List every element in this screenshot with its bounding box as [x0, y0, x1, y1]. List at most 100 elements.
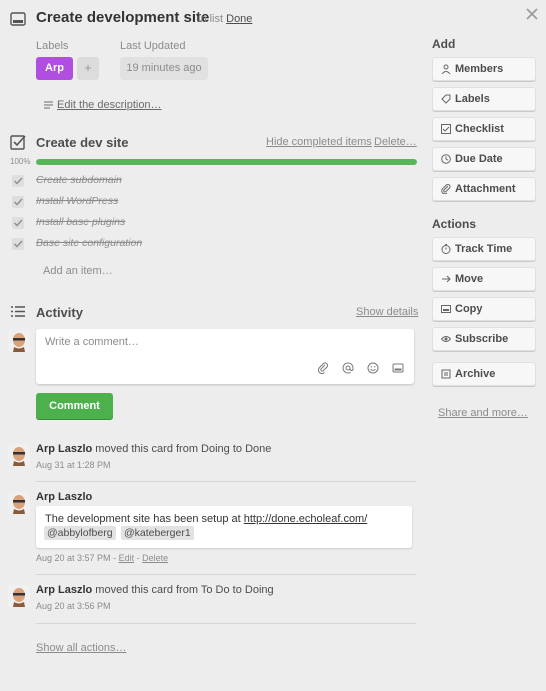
label-chip[interactable]: Arp — [36, 57, 73, 80]
checkbox[interactable] — [12, 196, 24, 208]
archive-label: Archive — [455, 368, 496, 380]
progress-percent: 100% — [10, 157, 31, 166]
checklist-item[interactable]: Install base plugins — [10, 216, 410, 232]
close-icon[interactable] — [524, 6, 540, 22]
checklist-icon — [10, 134, 26, 150]
comment-card: The development site has been setup at h… — [36, 506, 412, 548]
edit-description-link[interactable]: Edit the description… — [44, 99, 162, 111]
timer-icon — [441, 244, 451, 254]
subscribe-button[interactable]: Subscribe — [432, 327, 536, 351]
checklist-item-text: Install base plugins — [36, 216, 126, 228]
hide-completed-link[interactable]: Hide completed items — [266, 136, 372, 148]
arrow-right-icon — [442, 275, 451, 283]
move-label: Move — [455, 273, 484, 285]
paperclip-icon — [441, 184, 451, 194]
avatar[interactable] — [8, 492, 30, 514]
last-updated-heading: Last Updated — [120, 40, 186, 52]
activity-entry-text: Arp Laszlo moved this card from To Do to… — [36, 584, 274, 596]
comment-placeholder: Write a comment… — [45, 336, 139, 348]
activity-user[interactable]: Arp Laszlo — [36, 443, 92, 455]
checkbox[interactable] — [12, 217, 24, 229]
labels-heading: Labels — [36, 40, 69, 52]
edit-description-label: Edit the description… — [57, 99, 162, 111]
add-checklist-item[interactable]: Add an item… — [43, 265, 113, 277]
description-icon — [44, 101, 53, 109]
archive-button[interactable]: Archive — [432, 362, 536, 386]
checkbox[interactable] — [12, 238, 24, 250]
activity-action: moved this card from Doing to Done — [95, 443, 272, 455]
progress-bar — [36, 159, 417, 165]
archive-icon — [441, 369, 451, 379]
checkbox-icon — [441, 124, 451, 134]
separator: - — [113, 553, 117, 563]
person-icon — [441, 64, 451, 74]
avatar[interactable] — [8, 444, 30, 466]
last-updated-value: 19 minutes ago — [120, 57, 208, 80]
activity-user[interactable]: Arp Laszlo — [36, 584, 92, 596]
activity-entry-text: Arp Laszlo moved this card from Doing to… — [36, 443, 271, 455]
track-time-button[interactable]: Track Time — [432, 237, 536, 261]
add-heading: Add — [432, 37, 456, 51]
actions-heading: Actions — [432, 217, 477, 231]
progress-bar-fill — [36, 159, 417, 165]
eye-icon — [441, 336, 451, 342]
members-label: Members — [455, 63, 504, 75]
comment-button[interactable]: Comment — [36, 393, 113, 419]
due-date-label: Due Date — [455, 153, 503, 165]
edit-comment-link[interactable]: Edit — [119, 553, 135, 563]
copy-icon — [441, 305, 451, 313]
show-details-link[interactable]: Show details — [356, 306, 418, 318]
divider — [36, 623, 416, 624]
checklist-item[interactable]: Base site configuration — [10, 237, 410, 253]
checklist-title[interactable]: Create dev site — [36, 135, 129, 150]
labels-button[interactable]: Labels — [432, 87, 536, 111]
members-button[interactable]: Members — [432, 57, 536, 81]
list-link[interactable]: Done — [226, 13, 252, 25]
checklist-item-text: Base site configuration — [36, 237, 143, 249]
mention-tag[interactable]: @kateberger1 — [121, 526, 194, 540]
due-date-button[interactable]: Due Date — [432, 147, 536, 171]
checklist-item-text: Create subdomain — [36, 174, 122, 186]
mention-tag[interactable]: @abbylofberg — [44, 526, 116, 540]
add-label-button[interactable]: + — [77, 57, 99, 80]
comment-link[interactable]: http://done.echoleaf.com/ — [244, 513, 368, 525]
clock-icon — [441, 154, 451, 164]
checkbox[interactable] — [12, 175, 24, 187]
separator: - — [136, 553, 140, 563]
activity-title: Activity — [36, 305, 83, 320]
checklist-item[interactable]: Create subdomain — [10, 174, 410, 190]
activity-icon — [10, 304, 26, 320]
activity-action: moved this card from To Do to Doing — [95, 584, 274, 596]
checklist-button[interactable]: Checklist — [432, 117, 536, 141]
activity-user[interactable]: Arp Laszlo — [36, 491, 92, 503]
copy-label: Copy — [455, 303, 483, 315]
copy-button[interactable]: Copy — [432, 297, 536, 321]
share-and-more-link[interactable]: Share and more… — [438, 407, 528, 419]
show-all-actions-link[interactable]: Show all actions… — [36, 642, 127, 654]
card-icon — [10, 12, 26, 26]
emoji-icon[interactable] — [367, 362, 379, 374]
comment-input[interactable]: Write a comment… — [36, 329, 414, 384]
checklist-item[interactable]: Install WordPress — [10, 195, 410, 211]
move-button[interactable]: Move — [432, 267, 536, 291]
attachment-button[interactable]: Attachment — [432, 177, 536, 201]
card-title[interactable]: Create development site — [36, 9, 209, 26]
delete-comment-link[interactable]: Delete — [142, 553, 168, 563]
comment-text: The development site has been setup at h… — [45, 513, 367, 525]
activity-timestamp[interactable]: Aug 20 at 3:57 PM — [36, 553, 111, 563]
checklist-label: Checklist — [455, 123, 504, 135]
avatar[interactable] — [8, 585, 30, 607]
list-reference: in list Done — [198, 13, 252, 25]
track-time-label: Track Time — [455, 243, 513, 255]
comment-body: The development site has been setup at — [45, 513, 241, 525]
divider — [36, 481, 416, 482]
mention-icon[interactable] — [342, 362, 354, 374]
card-icon[interactable] — [392, 362, 404, 374]
activity-timestamp[interactable]: Aug 31 at 1:28 PM — [36, 460, 111, 470]
divider — [36, 574, 416, 575]
delete-checklist-link[interactable]: Delete… — [374, 136, 417, 148]
attachment-icon[interactable] — [317, 362, 329, 375]
avatar[interactable] — [8, 330, 30, 352]
activity-entry-text: Arp Laszlo — [36, 491, 92, 503]
activity-timestamp[interactable]: Aug 20 at 3:56 PM — [36, 601, 111, 611]
